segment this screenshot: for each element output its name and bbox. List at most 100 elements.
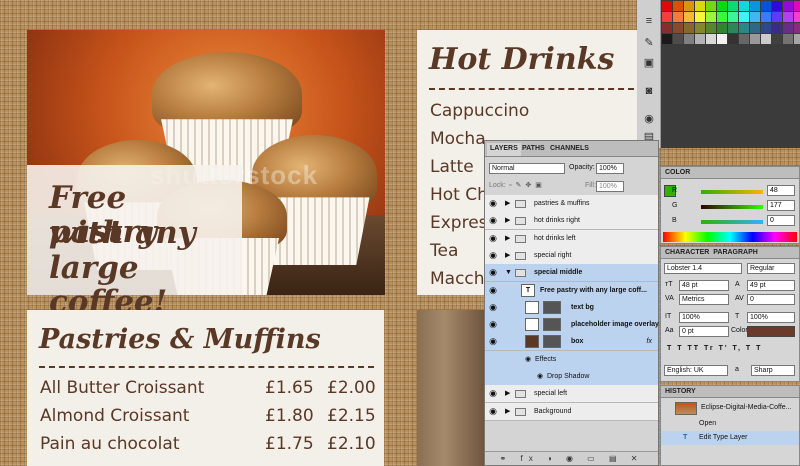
visibility-eye-icon[interactable]: ◉	[487, 232, 499, 245]
color-spectrum[interactable]	[663, 232, 797, 242]
layer-row[interactable]: ◉ ▶ special left	[485, 385, 658, 404]
language-select[interactable]: English: UK	[664, 365, 728, 376]
tab-channels[interactable]: CHANNELS	[547, 143, 592, 156]
color-swatch[interactable]	[728, 12, 738, 22]
color-swatch[interactable]	[761, 34, 771, 44]
color-swatch[interactable]	[772, 1, 782, 11]
color-swatch[interactable]	[662, 1, 672, 11]
effect-eye-icon[interactable]: ◉	[537, 368, 543, 386]
camera-icon[interactable]: ◙	[641, 84, 657, 98]
color-swatch[interactable]	[706, 34, 716, 44]
visibility-eye-icon[interactable]: ◉	[487, 214, 499, 227]
color-swatch[interactable]	[761, 23, 771, 33]
color-swatch[interactable]	[739, 34, 749, 44]
visibility-eye-icon[interactable]: ◉	[487, 335, 499, 348]
layer-row[interactable]: ◉ ▶ hot drinks left	[485, 229, 658, 248]
blend-mode-select[interactable]: Normal	[489, 163, 565, 174]
visibility-eye-icon[interactable]: ◉	[487, 197, 499, 210]
fill-input[interactable]: 100%	[596, 181, 624, 192]
promo-text-box[interactable]: Free pastry with any large coffee!	[27, 165, 242, 319]
color-swatch[interactable]	[772, 12, 782, 22]
color-swatch[interactable]	[772, 34, 782, 44]
color-swatch[interactable]	[794, 23, 800, 33]
layer-row[interactable]: ◉ placeholder image overlay	[485, 316, 659, 335]
expand-triangle-icon[interactable]: ▶	[505, 385, 510, 403]
mask-icon[interactable]: ◉	[641, 112, 657, 126]
g-slider[interactable]	[701, 205, 763, 209]
color-swatch[interactable]	[750, 1, 760, 11]
g-input[interactable]: 177	[767, 200, 795, 211]
visibility-eye-icon[interactable]: ◉	[487, 249, 499, 262]
history-snapshot[interactable]: Eclipse-Digital-Media-Coffe...	[661, 401, 799, 415]
color-swatch[interactable]	[772, 23, 782, 33]
layer-actions-bar[interactable]: ⚭ fx ◑ ◉ ▭ ▤ ✕	[485, 451, 658, 465]
expand-triangle-icon[interactable]: ▶	[505, 195, 510, 213]
font-style-select[interactable]: Regular	[747, 263, 795, 274]
color-swatch[interactable]	[783, 1, 793, 11]
b-slider[interactable]	[701, 220, 763, 224]
color-swatch[interactable]	[794, 1, 800, 11]
color-swatch[interactable]	[673, 34, 683, 44]
color-swatch[interactable]	[783, 12, 793, 22]
font-size-input[interactable]: 48 pt	[679, 280, 729, 291]
antialias-select[interactable]: Sharp	[751, 365, 795, 376]
color-swatch[interactable]	[794, 12, 800, 22]
layer-row[interactable]: ◉ ▼ special middle	[485, 264, 658, 283]
history-item-current[interactable]: T Edit Type Layer	[661, 431, 799, 445]
opacity-input[interactable]: 100%	[596, 163, 624, 174]
color-swatch[interactable]	[761, 1, 771, 11]
expand-triangle-icon[interactable]: ▶	[505, 403, 510, 421]
color-swatch[interactable]	[794, 34, 800, 44]
color-swatch[interactable]	[673, 12, 683, 22]
layer-row[interactable]: ◉ ▶ hot drinks right	[485, 212, 658, 231]
visibility-eye-icon[interactable]: ◉	[487, 387, 499, 400]
visibility-eye-icon[interactable]: ◉	[487, 266, 499, 279]
expand-triangle-icon[interactable]: ▶	[505, 247, 510, 265]
r-slider[interactable]	[701, 190, 763, 194]
leading-input[interactable]: 49 pt	[747, 280, 795, 291]
color-swatch[interactable]	[662, 12, 672, 22]
visibility-eye-icon[interactable]: ◉	[487, 284, 499, 297]
layer-row[interactable]: ◉ text bg	[485, 298, 658, 317]
color-swatch[interactable]	[717, 12, 727, 22]
color-swatch[interactable]	[684, 23, 694, 33]
fx-icon[interactable]: fx	[647, 333, 652, 351]
tab-paragraph[interactable]: PARAGRAPH	[713, 249, 758, 256]
color-swatch[interactable]	[750, 12, 760, 22]
color-swatch[interactable]	[662, 34, 672, 44]
history-item[interactable]: Open	[661, 417, 799, 431]
color-swatch[interactable]	[728, 34, 738, 44]
layer-row[interactable]: ◉ Drop Shadow	[485, 368, 658, 386]
color-swatch[interactable]	[761, 12, 771, 22]
vertical-scale-input[interactable]: 100%	[679, 312, 729, 323]
color-swatch[interactable]	[750, 34, 760, 44]
layer-row[interactable]: ◉ ▶ Background	[485, 402, 658, 421]
color-swatch[interactable]	[706, 1, 716, 11]
color-swatch[interactable]	[739, 23, 749, 33]
visibility-eye-icon[interactable]: ◉	[487, 318, 499, 331]
color-swatch[interactable]	[673, 23, 683, 33]
color-swatch[interactable]	[717, 23, 727, 33]
collapse-triangle-icon[interactable]: ▼	[505, 264, 512, 282]
horizontal-scale-input[interactable]: 100%	[747, 312, 795, 323]
tab-character[interactable]: CHARACTER	[665, 249, 709, 256]
color-swatch[interactable]	[684, 1, 694, 11]
layer-row[interactable]: ◉ ▶ special right	[485, 246, 658, 265]
font-family-select[interactable]: Lobster 1.4	[664, 263, 742, 274]
lock-icons[interactable]: ▫✎✥▣	[509, 181, 546, 189]
layer-row[interactable]: ◉ Effects	[485, 350, 658, 369]
color-swatch[interactable]	[717, 34, 727, 44]
type-formatting-buttons[interactable]: T T TT Tr T' T, T T	[667, 345, 762, 352]
color-swatch[interactable]	[728, 23, 738, 33]
text-color-swatch[interactable]	[747, 326, 795, 337]
expand-triangle-icon[interactable]: ▶	[505, 212, 510, 230]
color-swatch[interactable]	[783, 34, 793, 44]
color-swatch[interactable]	[684, 12, 694, 22]
color-swatch[interactable]	[695, 12, 705, 22]
color-swatch[interactable]	[662, 23, 672, 33]
visibility-eye-icon[interactable]: ◉	[487, 405, 499, 418]
effect-eye-icon[interactable]: ◉	[525, 351, 531, 369]
r-input[interactable]: 48	[767, 185, 795, 196]
b-input[interactable]: 0	[767, 215, 795, 226]
expand-triangle-icon[interactable]: ▶	[505, 230, 510, 248]
